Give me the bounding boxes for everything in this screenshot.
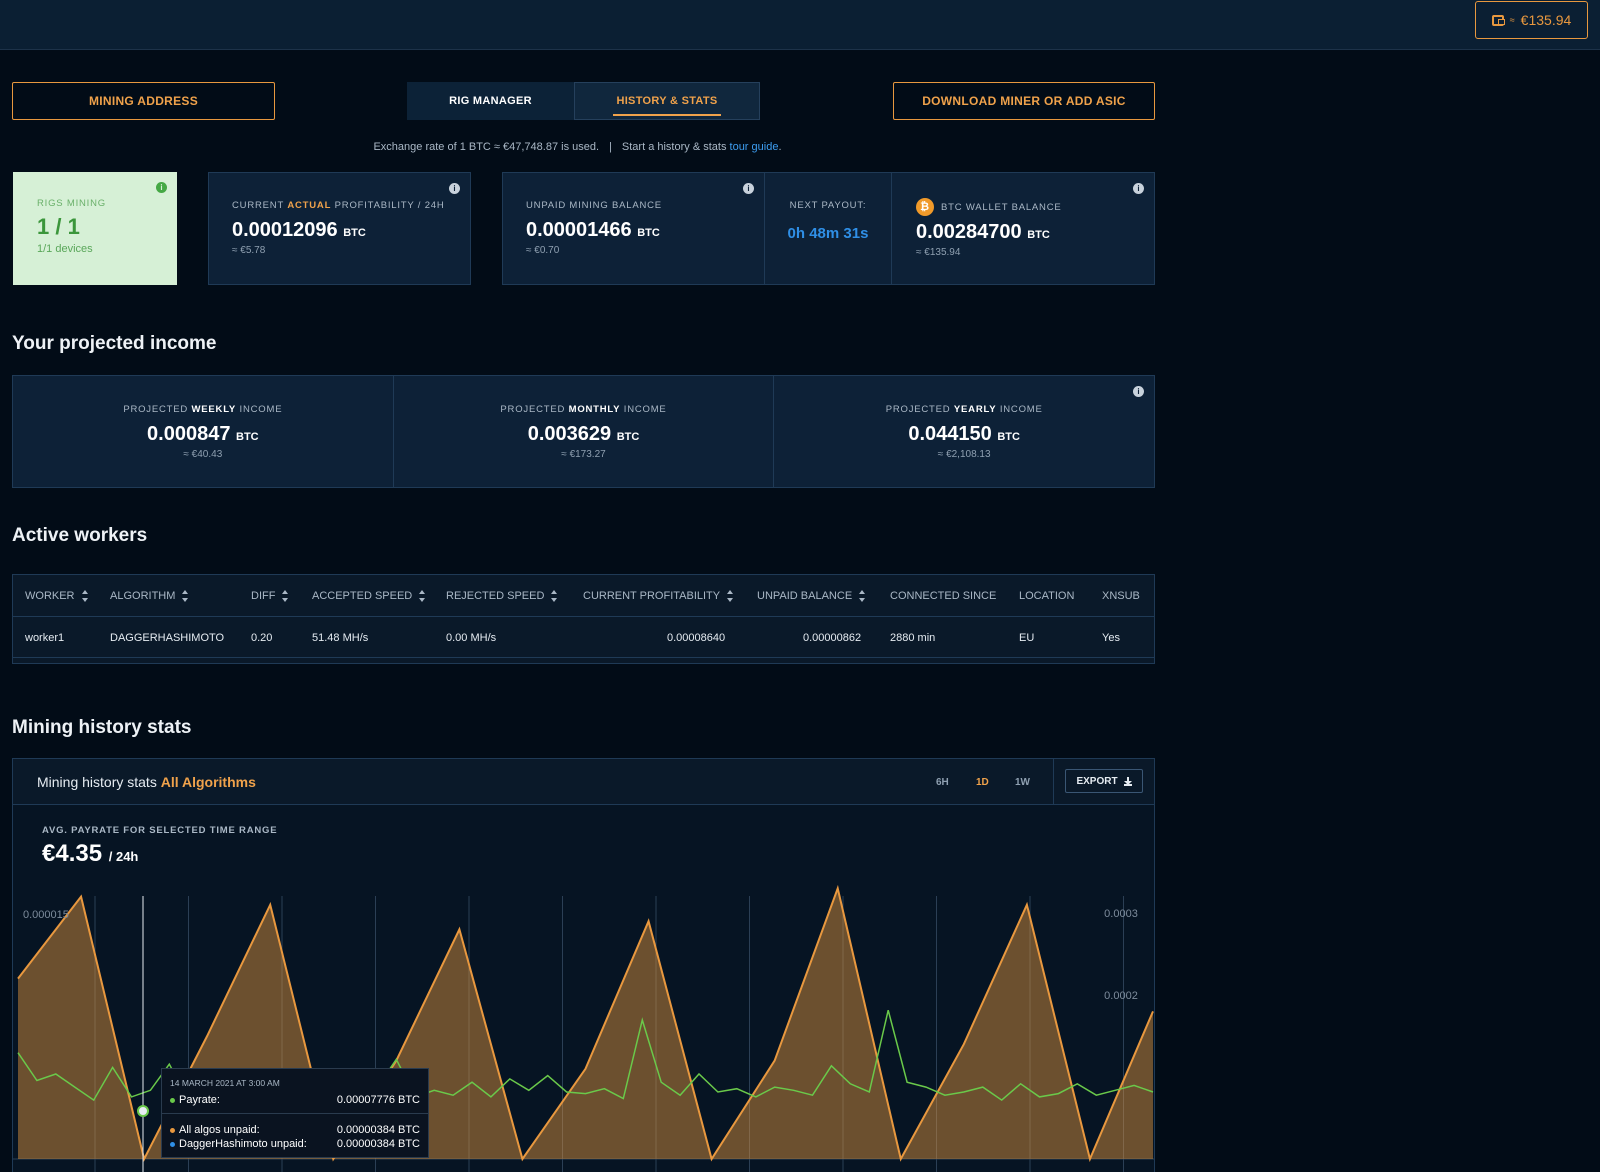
table-row[interactable]: worker1 DAGGERHASHIMOTO 0.20 51.48 MH/s … [13, 618, 1154, 658]
payrate-dot-icon [170, 1097, 175, 1103]
next-payout-card: NEXT PAYOUT: 0h 48m 31s [764, 172, 892, 285]
cell-algorithm: DAGGERHASHIMOTO [110, 631, 225, 644]
projected-yearly: i PROJECTED YEARLY INCOME 0.044150 BTC ≈… [774, 376, 1154, 487]
sort-icon [551, 589, 558, 602]
projected-weekly: PROJECTED WEEKLY INCOME 0.000847 BTC ≈ €… [13, 376, 394, 487]
bitcoin-icon: ₿ [916, 198, 934, 216]
wallet-balance-eur: ≈ €135.94 [916, 247, 961, 258]
tooltip-divider [162, 1113, 428, 1114]
sort-icon [727, 589, 734, 602]
column-xnsub: XNSUB [1102, 589, 1140, 602]
rigs-mining-card: i RIGS MINING 1 / 1 1/1 devices [13, 172, 177, 285]
cell-accepted-speed: 51.48 MH/s [312, 631, 369, 644]
tooltip-dagger-unpaid: DaggerHashimoto unpaid: 0.00000384 BTC [170, 1138, 420, 1150]
info-icon[interactable]: i [449, 183, 460, 194]
profitability-label: CURRENT ACTUAL PROFITABILITY / 24H [232, 200, 445, 211]
wallet-amount: €135.94 [1520, 12, 1572, 28]
sort-icon [81, 589, 89, 602]
cell-connected-since: 2880 min [890, 631, 936, 644]
column-location: LOCATION [1019, 589, 1075, 602]
sort-icon [182, 589, 189, 602]
projected-income-panel: PROJECTED WEEKLY INCOME 0.000847 BTC ≈ €… [12, 375, 1155, 488]
cell-worker: worker1 [25, 631, 65, 644]
guide-suffix: . [778, 141, 782, 153]
tooltip-date: 14 MARCH 2021 AT 3:00 AM [170, 1078, 280, 1088]
profitability-card: i CURRENT ACTUAL PROFITABILITY / 24H 0.0… [208, 172, 471, 285]
wallet-icon [1491, 14, 1505, 26]
tab-history-stats[interactable]: HISTORY & STATS [574, 82, 760, 120]
column-unpaid-balance[interactable]: UNPAID BALANCE [757, 575, 866, 616]
left-tick-label: 0.000015 [23, 909, 69, 921]
rigs-mining-value: 1 / 1 [37, 214, 80, 239]
cell-diff: 0.20 [251, 631, 273, 644]
guide-prefix: Start a history & stats [621, 141, 727, 153]
wallet-balance-button[interactable]: ≈ €135.94 [1475, 1, 1588, 39]
info-icon[interactable]: i [743, 183, 754, 194]
info-icon[interactable]: i [1133, 183, 1144, 194]
unpaid-dot-icon [170, 1127, 175, 1133]
column-rejected-speed[interactable]: REJECTED SPEED [446, 575, 558, 616]
tooltip-payrate: Payrate: 0.00007776 BTC [170, 1094, 420, 1106]
unpaid-balance-eur: ≈ €0.70 [526, 245, 560, 256]
unpaid-balance-card: i UNPAID MINING BALANCE 0.00001466 BTC ≈… [502, 172, 765, 285]
next-payout-label: NEXT PAYOUT: [789, 200, 867, 211]
right-tick-label: 0.0002 [1104, 990, 1138, 1002]
tooltip-all-unpaid: All algos unpaid: 0.00000384 BTC [170, 1124, 420, 1136]
table-header: WORKER ALGORITHM DIFF ACCEPTED SPEED REJ… [13, 575, 1154, 617]
tour-guide-link[interactable]: tour guide [730, 141, 779, 153]
wallet-balance-card: i ₿ BTC WALLET BALANCE 0.00284700 BTC ≈ … [891, 172, 1155, 285]
chart-tooltip: 14 MARCH 2021 AT 3:00 AM Payrate: 0.0000… [161, 1068, 429, 1158]
hover-point [137, 1105, 149, 1117]
dagger-dot-icon [170, 1141, 175, 1147]
sort-icon [859, 589, 866, 602]
tab-bar: RIG MANAGER HISTORY & STATS [407, 82, 760, 120]
projected-income-heading: Your projected income [12, 333, 217, 354]
unpaid-balance-label: UNPAID MINING BALANCE [526, 200, 662, 211]
wallet-approx-symbol: ≈ [1509, 15, 1515, 25]
profitability-eur: ≈ €5.78 [232, 245, 266, 256]
wallet-balance-value: 0.00284700 BTC [916, 221, 1050, 243]
wallet-balance-label: ₿ BTC WALLET BALANCE [916, 198, 1130, 216]
top-bar: ≈ €135.94 [0, 0, 1600, 50]
column-connected-since: CONNECTED SINCE [890, 589, 997, 602]
sort-icon [419, 589, 426, 602]
column-worker[interactable]: WORKER [25, 575, 89, 616]
axis-ticks: 0.000015 0.0003 0.0002 [23, 908, 1138, 1002]
cell-unpaid-balance: 0.00000862 [803, 631, 862, 644]
column-diff[interactable]: DIFF [251, 575, 289, 616]
history-chart-panel: Mining history stats All Algorithms 6H 1… [12, 758, 1155, 1172]
profitability-value: 0.00012096 BTC [232, 219, 366, 241]
column-algorithm[interactable]: ALGORITHM [110, 575, 189, 616]
column-current-profitability[interactable]: CURRENT PROFITABILITY [583, 575, 734, 616]
info-icon[interactable]: i [1133, 386, 1145, 397]
mining-history-heading: Mining history stats [12, 717, 192, 738]
mining-address-button[interactable]: MINING ADDRESS [12, 82, 275, 120]
projected-monthly: PROJECTED MONTHLY INCOME 0.003629 BTC ≈ … [394, 376, 775, 487]
active-workers-heading: Active workers [12, 525, 148, 546]
cell-rejected-speed: 0.00 MH/s [446, 631, 497, 644]
workers-table: WORKER ALGORITHM DIFF ACCEPTED SPEED REJ… [12, 574, 1155, 664]
rigs-mining-label: RIGS MINING [37, 198, 106, 209]
rigs-devices: 1/1 devices [37, 243, 93, 255]
right-tick-label: 0.0003 [1104, 908, 1138, 920]
column-accepted-speed[interactable]: ACCEPTED SPEED [312, 575, 426, 616]
unpaid-balance-value: 0.00001466 BTC [526, 219, 660, 241]
cell-location: EU [1019, 631, 1035, 644]
cell-current-profitability: 0.00008640 [667, 631, 726, 644]
info-icon[interactable]: i [156, 182, 167, 193]
download-miner-button[interactable]: DOWNLOAD MINER OR ADD ASIC [893, 82, 1155, 120]
tab-rig-manager[interactable]: RIG MANAGER [407, 82, 574, 120]
exchange-rate-note: Exchange rate of 1 BTC ≈ €47,748.87 is u… [0, 141, 1155, 153]
next-payout-countdown: 0h 48m 31s [787, 225, 869, 242]
exchange-rate-text: Exchange rate of 1 BTC ≈ €47,748.87 is u… [373, 141, 600, 153]
cell-xnsub: Yes [1102, 631, 1120, 644]
exchange-separator: | [609, 141, 612, 153]
sort-icon [282, 589, 289, 602]
